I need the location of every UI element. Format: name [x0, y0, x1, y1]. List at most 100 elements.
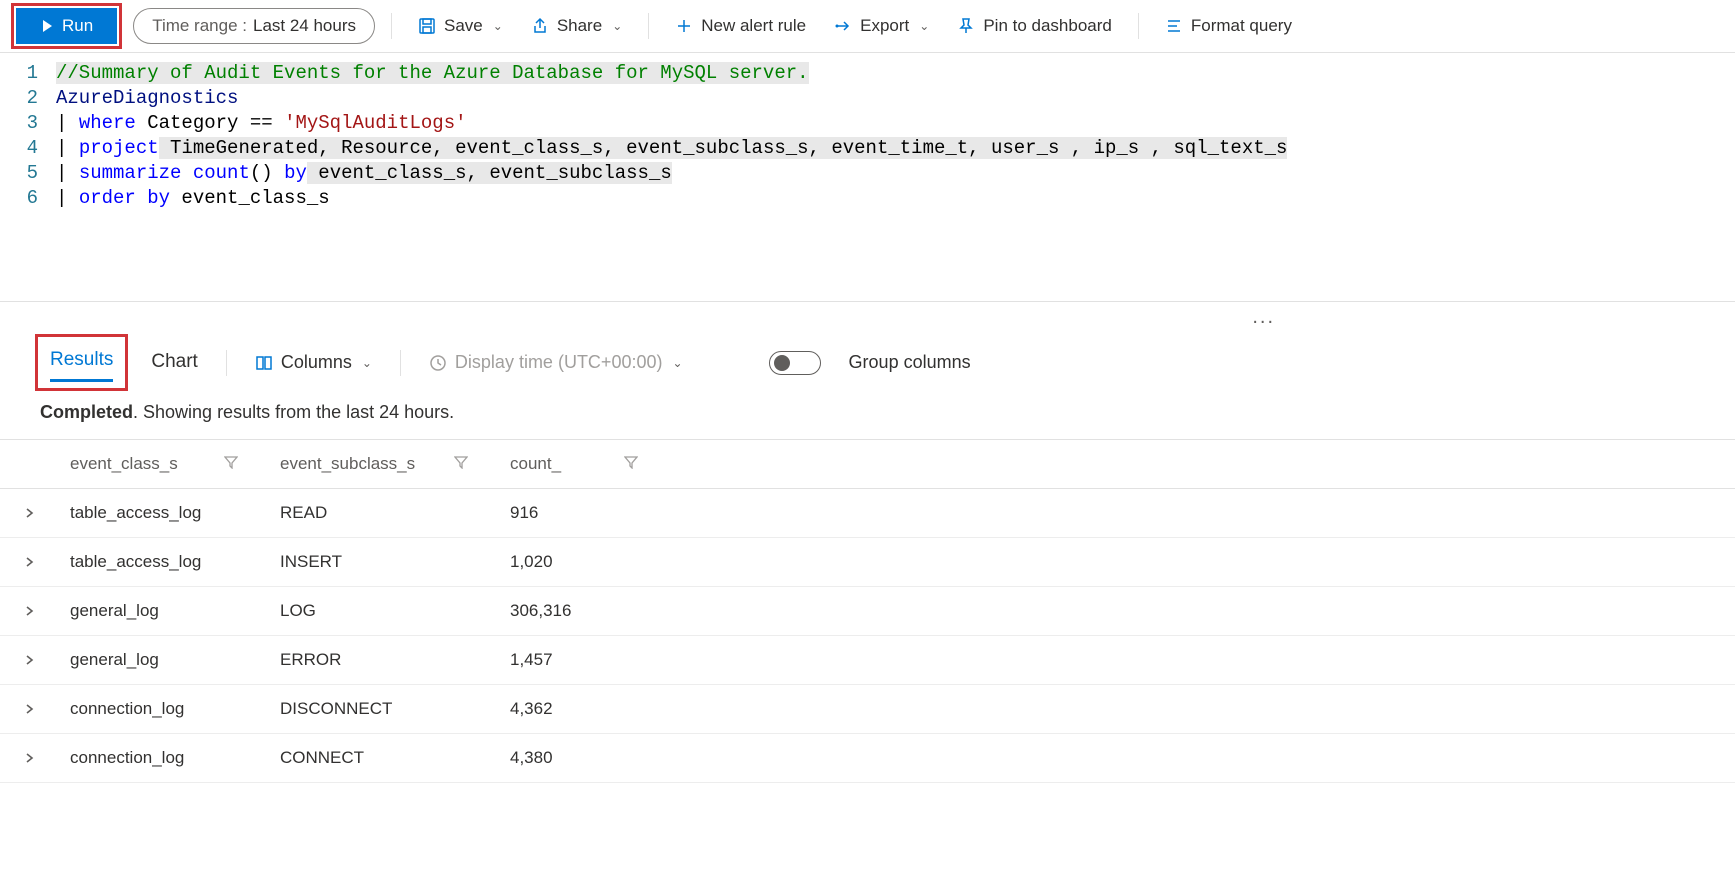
- chevron-down-icon: ⌄: [672, 356, 682, 370]
- table-cell: 1,020: [500, 538, 1735, 587]
- row-expander[interactable]: [0, 685, 60, 734]
- plus-icon: [675, 17, 693, 35]
- table-cell: general_log: [60, 636, 270, 685]
- table-row[interactable]: connection_logDISCONNECT4,362: [0, 685, 1735, 734]
- export-label: Export: [860, 16, 909, 36]
- chevron-right-icon: [25, 557, 35, 567]
- table-cell: table_access_log: [60, 538, 270, 587]
- format-label: Format query: [1191, 16, 1292, 36]
- row-expander[interactable]: [0, 734, 60, 783]
- tab-chart[interactable]: Chart: [151, 345, 197, 381]
- group-columns-toggle[interactable]: [769, 351, 821, 375]
- table-row[interactable]: general_logLOG306,316: [0, 587, 1735, 636]
- pin-icon: [957, 17, 975, 35]
- chevron-down-icon: ⌄: [612, 19, 622, 33]
- line-number: 3: [0, 111, 38, 136]
- display-time-label: Display time (UTC+00:00): [455, 352, 663, 373]
- header-label: event_subclass_s: [280, 454, 415, 474]
- columns-icon: [255, 354, 273, 372]
- share-button[interactable]: Share ⌄: [521, 10, 632, 42]
- pin-to-dashboard-button[interactable]: Pin to dashboard: [947, 10, 1122, 42]
- time-range-label: Time range :: [152, 16, 247, 36]
- code-content[interactable]: //Summary of Audit Events for the Azure …: [56, 61, 1735, 211]
- table-row[interactable]: general_logERROR1,457: [0, 636, 1735, 685]
- play-icon: [40, 19, 54, 33]
- row-expander[interactable]: [0, 636, 60, 685]
- header-label: count_: [510, 454, 561, 474]
- column-header-count[interactable]: count_: [500, 440, 1735, 489]
- line-number: 1: [0, 61, 38, 86]
- row-expander[interactable]: [0, 489, 60, 538]
- table-cell: READ: [270, 489, 500, 538]
- status-suffix: . Showing results from the last 24 hours…: [133, 402, 454, 422]
- line-number-gutter: 123456: [0, 61, 56, 211]
- format-query-button[interactable]: Format query: [1155, 10, 1302, 42]
- table-cell: connection_log: [60, 734, 270, 783]
- query-toolbar: Run Time range : Last 24 hours Save ⌄ Sh…: [0, 0, 1735, 53]
- table-row[interactable]: table_access_logREAD916: [0, 489, 1735, 538]
- new-alert-rule-button[interactable]: New alert rule: [665, 10, 816, 42]
- query-editor[interactable]: 123456 //Summary of Audit Events for the…: [0, 53, 1735, 302]
- chevron-down-icon: ⌄: [362, 356, 372, 370]
- table-row[interactable]: table_access_logINSERT1,020: [0, 538, 1735, 587]
- query-status: Completed. Showing results from the last…: [0, 386, 1735, 439]
- status-completed: Completed: [40, 402, 133, 422]
- table-cell: INSERT: [270, 538, 500, 587]
- code-line[interactable]: //Summary of Audit Events for the Azure …: [56, 61, 1735, 86]
- toolbar-separator: [1138, 13, 1139, 39]
- filter-icon[interactable]: [454, 454, 468, 474]
- chevron-right-icon: [25, 508, 35, 518]
- line-number: 6: [0, 186, 38, 211]
- share-label: Share: [557, 16, 602, 36]
- results-table: event_class_s event_subclass_s count_: [0, 439, 1735, 783]
- header-label: event_class_s: [70, 454, 178, 474]
- display-time-button[interactable]: Display time (UTC+00:00) ⌄: [429, 352, 683, 373]
- table-cell: 306,316: [500, 587, 1735, 636]
- chevron-right-icon: [25, 704, 35, 714]
- table-cell: CONNECT: [270, 734, 500, 783]
- results-bar-separator: [400, 350, 401, 376]
- toolbar-separator: [648, 13, 649, 39]
- filter-icon[interactable]: [624, 454, 638, 474]
- table-cell: LOG: [270, 587, 500, 636]
- table-cell: table_access_log: [60, 489, 270, 538]
- line-number: 2: [0, 86, 38, 111]
- column-header-event-class[interactable]: event_class_s: [60, 440, 270, 489]
- results-tabs-highlight: Results: [40, 339, 123, 386]
- column-header-event-subclass[interactable]: event_subclass_s: [270, 440, 500, 489]
- results-toolbar: Results Chart Columns ⌄ Display time (UT…: [0, 329, 1735, 386]
- export-button[interactable]: Export ⌄: [824, 10, 939, 42]
- more-menu-icon[interactable]: ...: [0, 302, 1735, 329]
- group-columns-label: Group columns: [849, 352, 971, 373]
- code-line[interactable]: AzureDiagnostics: [56, 86, 1735, 111]
- chevron-right-icon: [25, 753, 35, 763]
- table-cell: DISCONNECT: [270, 685, 500, 734]
- chevron-right-icon: [25, 606, 35, 616]
- run-button[interactable]: Run: [16, 8, 117, 44]
- save-button[interactable]: Save ⌄: [408, 10, 513, 42]
- row-expander[interactable]: [0, 587, 60, 636]
- filter-icon[interactable]: [224, 454, 238, 474]
- run-button-label: Run: [62, 16, 93, 36]
- save-label: Save: [444, 16, 483, 36]
- code-line[interactable]: | where Category == 'MySqlAuditLogs': [56, 111, 1735, 136]
- table-row[interactable]: connection_logCONNECT4,380: [0, 734, 1735, 783]
- columns-button[interactable]: Columns ⌄: [255, 352, 372, 373]
- row-expander[interactable]: [0, 538, 60, 587]
- time-range-selector[interactable]: Time range : Last 24 hours: [133, 8, 375, 44]
- table-cell: 1,457: [500, 636, 1735, 685]
- line-number: 4: [0, 136, 38, 161]
- export-icon: [834, 17, 852, 35]
- code-line[interactable]: | summarize count() by event_class_s, ev…: [56, 161, 1735, 186]
- format-icon: [1165, 17, 1183, 35]
- tab-results[interactable]: Results: [50, 343, 113, 382]
- toolbar-separator: [391, 13, 392, 39]
- code-line[interactable]: | order by event_class_s: [56, 186, 1735, 211]
- chevron-down-icon: ⌄: [919, 19, 929, 33]
- save-icon: [418, 17, 436, 35]
- results-bar-separator: [226, 350, 227, 376]
- clock-icon: [429, 354, 447, 372]
- table-cell: connection_log: [60, 685, 270, 734]
- code-line[interactable]: | project TimeGenerated, Resource, event…: [56, 136, 1735, 161]
- new-alert-label: New alert rule: [701, 16, 806, 36]
